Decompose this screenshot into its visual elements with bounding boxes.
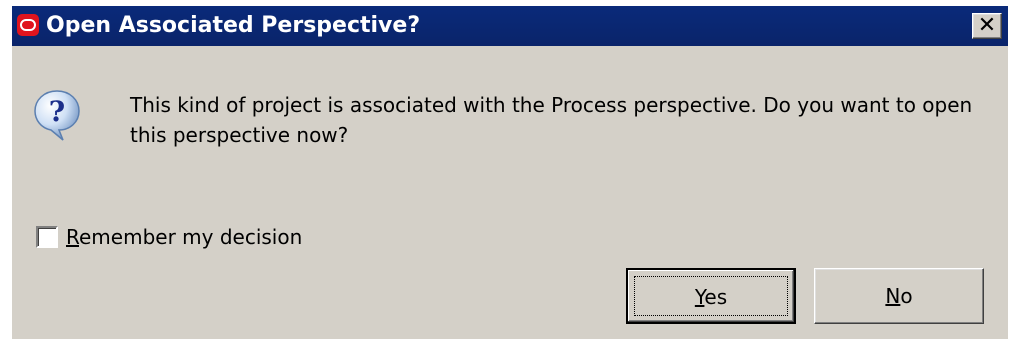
dialog-message: This kind of project is associated with … (130, 93, 973, 147)
close-button[interactable]: ✕ (972, 13, 1002, 39)
svg-text:?: ? (49, 95, 65, 128)
no-button[interactable]: No (814, 268, 984, 324)
close-icon: ✕ (977, 13, 997, 38)
focus-rectangle (634, 276, 788, 316)
oracle-logo-icon (17, 14, 39, 36)
dialog-window: Open Associated Perspective? ✕ ? This ki… (12, 6, 1008, 339)
remember-decision-label[interactable]: Remember my decision (66, 225, 302, 249)
title-bar[interactable]: Open Associated Perspective? ✕ (12, 6, 1008, 46)
window-title: Open Associated Perspective? (46, 13, 421, 38)
remember-decision-checkbox[interactable] (36, 226, 58, 248)
question-icon: ? (34, 90, 80, 141)
remember-decision-row[interactable]: Remember my decision (36, 224, 302, 250)
yes-button[interactable]: Yes (626, 268, 796, 324)
no-button-label: No (885, 284, 913, 308)
